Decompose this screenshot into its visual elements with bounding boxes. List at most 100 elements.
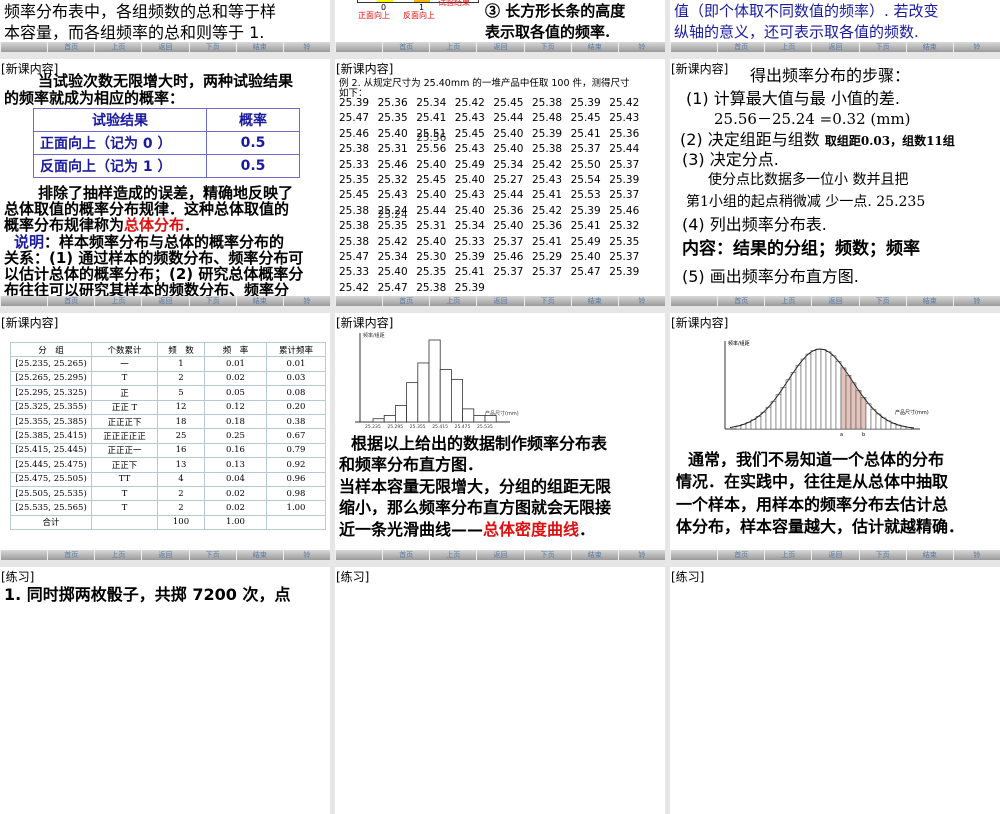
sample-value: 25.41 xyxy=(570,220,601,233)
nav-home[interactable]: 首页 xyxy=(382,550,429,560)
fine-bar xyxy=(780,387,787,430)
histogram-bar xyxy=(417,362,430,423)
slide-thumbnail[interactable]: 0 1 正面向上 反面向上 试验结果 ③ 长方形长条的高度 表示取各值的频率. … xyxy=(335,0,665,52)
table-cell: 0.38 xyxy=(266,413,326,430)
nav-back[interactable]: 返回 xyxy=(141,296,188,306)
nav-back[interactable]: 返回 xyxy=(811,296,858,306)
nav-prev[interactable]: 上页 xyxy=(764,550,811,560)
nav-next[interactable]: 下页 xyxy=(523,550,571,560)
nav-end[interactable]: 结束 xyxy=(905,42,953,52)
tick-label: 25.295 xyxy=(387,424,403,428)
slide-text: 本容量，而各组频率的总和则等于 1. xyxy=(4,23,265,42)
table-cell: 0.02 xyxy=(204,500,267,516)
slide-thumbnail[interactable]: 频率分布表中，各组频数的总和等于样 本容量，而各组频率的总和则等于 1. 首页上… xyxy=(0,0,330,52)
nav-prev[interactable]: 上页 xyxy=(94,296,141,306)
sample-value: 25.35 xyxy=(339,174,370,186)
nav-back[interactable]: 返回 xyxy=(141,42,188,52)
table-cell: 正面向上（记为 0 ） xyxy=(33,131,207,155)
nav-prev[interactable]: 上页 xyxy=(764,42,811,52)
nav-bell[interactable]: 铃 xyxy=(617,42,665,52)
nav-prev[interactable]: 上页 xyxy=(429,296,476,306)
slide-exercise[interactable]: [练习] xyxy=(335,567,665,814)
sample-value: 25.40 xyxy=(493,143,524,156)
nav-bell[interactable]: 铃 xyxy=(282,296,330,306)
nav-back[interactable]: 返回 xyxy=(476,42,523,52)
sample-value: 25.39 xyxy=(609,266,640,279)
nav-prev[interactable]: 上页 xyxy=(94,550,141,560)
nav-bell[interactable]: 铃 xyxy=(952,42,1000,52)
nav-end[interactable]: 结束 xyxy=(235,296,283,306)
nav-next[interactable]: 下页 xyxy=(858,42,906,52)
slide-text: 近一条光滑曲线——总体密度曲线． xyxy=(339,516,595,540)
nav-next[interactable]: 下页 xyxy=(188,296,236,306)
table-cell: 0.25 xyxy=(204,428,267,444)
nav-end[interactable]: 结束 xyxy=(570,550,618,560)
slide-steps[interactable]: [新课内容] 得出频率分布的步骤： (1) 计算最大值与最 小值的差. 25.5… xyxy=(670,59,1000,306)
slide-exercise[interactable]: [练习] xyxy=(670,567,1000,814)
nav-end[interactable]: 结束 xyxy=(235,42,283,52)
sample-value: 25.36 xyxy=(532,220,563,233)
nav-next[interactable]: 下页 xyxy=(858,296,906,306)
nav-bell[interactable]: 铃 xyxy=(617,550,665,560)
bar-label: 反面向上 xyxy=(403,11,435,20)
highlight-term: 总体密度曲线 xyxy=(483,520,580,539)
table-cell: 正正正下 xyxy=(91,413,158,430)
nav-bell[interactable]: 铃 xyxy=(282,42,330,52)
table-cell: 1 xyxy=(157,356,205,372)
nav-back[interactable]: 返回 xyxy=(476,296,523,306)
nav-next[interactable]: 下页 xyxy=(523,296,571,306)
step-3-a: 使分点比数据多一位小 数并且把 xyxy=(708,172,909,188)
nav-home[interactable]: 首页 xyxy=(717,42,764,52)
nav-end[interactable]: 结束 xyxy=(570,42,618,52)
step-3-b: 第1小组的起点稍微减 少一点. 25.235 xyxy=(686,194,926,210)
nav-end[interactable]: 结束 xyxy=(905,550,953,560)
slide-exercise[interactable]: [练习] 1. 同时掷两枚骰子，共掷 7200 次，点 xyxy=(0,567,330,814)
nav-bell[interactable]: 铃 xyxy=(282,550,330,560)
nav-prev[interactable]: 上页 xyxy=(764,296,811,306)
slide-sample-data[interactable]: [新课内容] 例 2. 从规定尺寸为 25.40mm 的一堆产品中任取 100 … xyxy=(335,59,665,306)
nav-home[interactable]: 首页 xyxy=(717,296,764,306)
nav-back[interactable]: 返回 xyxy=(141,550,188,560)
nav-home[interactable]: 首页 xyxy=(47,550,94,560)
nav-home[interactable]: 首页 xyxy=(382,296,429,306)
table-cell: 分 组 xyxy=(10,341,92,358)
nav-prev[interactable]: 上页 xyxy=(429,42,476,52)
nav-home[interactable]: 首页 xyxy=(47,42,94,52)
sample-value: 25.40 xyxy=(454,174,485,186)
nav-prev[interactable]: 上页 xyxy=(94,42,141,52)
nav-bell[interactable]: 铃 xyxy=(952,550,1000,560)
table-cell: 0.20 xyxy=(266,399,326,415)
table-row: [25.385, 25.415) 正正正正正 25 0.25 0.67 xyxy=(10,428,326,444)
table-cell: 1.00 xyxy=(204,514,267,531)
nav-home[interactable]: 首页 xyxy=(47,296,94,306)
nav-back[interactable]: 返回 xyxy=(476,550,523,560)
nav-next[interactable]: 下页 xyxy=(858,550,906,560)
nav-back[interactable]: 返回 xyxy=(811,550,858,560)
slide-probability[interactable]: [新课内容] 当试验次数无限增大时，两种试验结果 的频率就成为相应的概率： 试验… xyxy=(0,59,330,306)
sample-value: 25.49 xyxy=(454,158,485,171)
table-cell: 累计频率 xyxy=(266,341,326,358)
nav-home[interactable]: 首页 xyxy=(382,42,429,52)
slide-text: 例 2. 从规定尺寸为 25.40mm 的一堆产品中任取 100 件，测得尺寸 xyxy=(339,78,630,89)
nav-next[interactable]: 下页 xyxy=(188,42,236,52)
nav-end[interactable]: 结束 xyxy=(905,296,953,306)
sample-value: 25.34 xyxy=(454,220,485,233)
nav-bell[interactable]: 铃 xyxy=(952,296,1000,306)
slide-header: [新课内容] xyxy=(1,316,59,330)
nav-next[interactable]: 下页 xyxy=(523,42,571,52)
nav-next[interactable]: 下页 xyxy=(188,550,236,560)
slide-histogram[interactable]: [新课内容] 25.235 25.295 25.355 25.415 25.475 25.… xyxy=(335,313,665,560)
slide-frequency-table[interactable]: [新课内容] 分 组个数累计频 数频 率累计频率 [25.235, 25.265)… xyxy=(0,313,330,560)
slide-thumbnail[interactable]: 值（即个体取不同数值的频率）. 若改变 纵轴的意义，还可表示取各值的频数. 首页… xyxy=(670,0,1000,52)
nav-end[interactable]: 结束 xyxy=(570,296,618,306)
table-cell: [25.415, 25.445) xyxy=(10,442,92,459)
nav-back[interactable]: 返回 xyxy=(811,42,858,52)
nav-end[interactable]: 结束 xyxy=(235,550,283,560)
nav-home[interactable]: 首页 xyxy=(717,550,764,560)
tick-label: 25.355 xyxy=(410,424,426,428)
sample-value: 25.42 xyxy=(532,204,563,217)
slide-density-curve[interactable]: [新课内容] a b 频率/组距 产品尺寸(mm) 通常，我们不易知道一个总体的分布 … xyxy=(670,313,1000,560)
nav-bell[interactable]: 铃 xyxy=(617,296,665,306)
nav-prev[interactable]: 上页 xyxy=(429,550,476,560)
sample-value: 25.37 xyxy=(493,235,524,248)
